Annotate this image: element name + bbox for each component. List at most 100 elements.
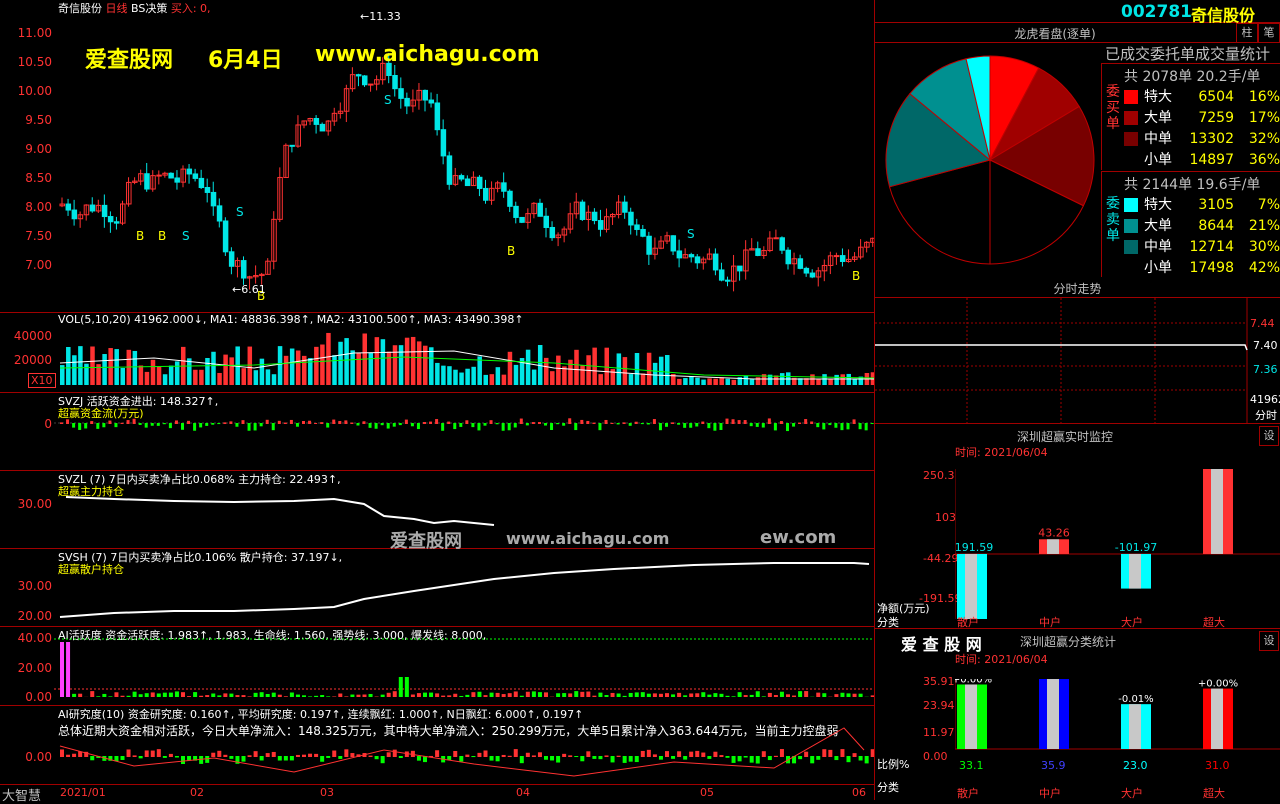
research-bar xyxy=(744,756,748,758)
category-label: 大户 xyxy=(1121,614,1143,630)
volume-bar xyxy=(611,369,616,385)
price-tick: 7.00 xyxy=(0,258,52,272)
flow-bar xyxy=(435,419,438,424)
activity-bar xyxy=(514,691,518,697)
sell-marker: S xyxy=(384,93,392,107)
volume-bar xyxy=(568,360,573,385)
volume-bar xyxy=(151,360,156,385)
activity-bar xyxy=(326,696,330,697)
flow-bar xyxy=(617,423,620,424)
activity-bar xyxy=(671,694,675,697)
flow-bar xyxy=(96,423,99,429)
activity-bar xyxy=(393,691,397,697)
classify-title: 深圳超赢分类统计 xyxy=(1020,633,1116,650)
classify-axis: 23.94 xyxy=(923,699,955,712)
candle xyxy=(713,254,718,270)
ratio-bar-highlight xyxy=(965,684,977,749)
price-pane[interactable]: 奇信股份 日线 BS决策 买入: 0, 11.0010.5010.009.509… xyxy=(0,0,874,313)
flow-bar xyxy=(175,420,178,424)
activity-bar xyxy=(163,693,167,697)
candle xyxy=(205,188,210,193)
activity-bar xyxy=(786,694,790,697)
candle xyxy=(598,221,603,230)
date-tick: 02 xyxy=(190,786,204,799)
flow-bar xyxy=(611,423,614,424)
order-percent: 7% xyxy=(1234,197,1280,213)
activity-bar xyxy=(701,692,705,697)
svzj-pane[interactable]: SVZJ 活跃资金进出: 148.327↑, 超赢资金流(万元) 0 xyxy=(0,393,874,471)
classify-settings-button[interactable]: 设 xyxy=(1259,631,1279,651)
classify-ylabel: 比例% xyxy=(877,756,909,772)
research-bar xyxy=(538,752,542,757)
date-axis[interactable]: 大智慧 2021/01 02 03 04 05 06 xyxy=(0,784,874,801)
activity-bar xyxy=(314,696,318,697)
candle xyxy=(834,256,839,257)
order-size-label: 大单 xyxy=(1144,110,1172,126)
research-bar xyxy=(828,750,832,757)
research-bar xyxy=(496,756,500,761)
svsh-pane[interactable]: SVSH (7) 7日内买卖净占比0.106% 散户持仓: 37.197↓, 超… xyxy=(0,549,874,627)
ratio-bar-highlight xyxy=(1129,704,1141,749)
research-bar xyxy=(774,756,778,757)
intraday-panel[interactable]: 分时走势 7.44 7.40 7.36 41962 分时 xyxy=(875,277,1280,424)
activity-bar xyxy=(659,694,663,697)
flow-bar xyxy=(496,423,499,424)
monitor-settings-button[interactable]: 设 xyxy=(1259,426,1279,446)
svzl-pane[interactable]: SVZL (7) 7日内买卖净占比0.068% 主力持仓: 22.493↑, 超… xyxy=(0,471,874,549)
volume-unit: X10 xyxy=(28,373,56,388)
activity-bar xyxy=(756,691,760,697)
order-count: 8644 xyxy=(1172,218,1234,234)
research-bar xyxy=(290,756,294,760)
research-bar xyxy=(490,756,494,761)
volume-bar xyxy=(121,368,126,385)
legend-swatch-icon xyxy=(1124,153,1138,167)
volume-pane[interactable]: VOL(5,10,20) 41962.000↓, MA1: 48836.398↑… xyxy=(0,313,874,393)
volume-bar xyxy=(242,368,247,385)
volume-bar xyxy=(834,375,839,385)
ai-research-pane[interactable]: AI研究度(10) 资金研究度: 0.160↑, 平均研究度: 0.197↑, … xyxy=(0,706,874,784)
flow-bar xyxy=(151,423,154,426)
volume-bar xyxy=(502,375,507,385)
research-bar xyxy=(163,756,167,758)
research-bar xyxy=(798,756,802,759)
volume-bar xyxy=(623,357,628,385)
retail-holding-line xyxy=(54,549,874,626)
longhu-panel: 龙虎看盘(逐单) 柱 笔 已成交委托单成交量统计 委买单 共 2078单 20.… xyxy=(875,23,1280,300)
watermark-tail: ew.com xyxy=(760,527,836,548)
flow-bar xyxy=(768,418,771,424)
bar-mode-button[interactable]: 柱 xyxy=(1236,23,1258,43)
flow-bar xyxy=(326,423,329,428)
flow-bar xyxy=(683,423,686,428)
flow-bar xyxy=(816,423,819,427)
flow-bar xyxy=(121,423,124,424)
research-bar xyxy=(580,756,584,761)
activity-bar xyxy=(121,696,125,697)
flow-bar xyxy=(211,423,214,425)
stock-code: 002781 xyxy=(1121,2,1192,22)
activity-bar xyxy=(713,693,717,697)
candle xyxy=(671,236,676,251)
research-bar xyxy=(260,756,264,760)
flow-bar xyxy=(477,423,480,430)
candle xyxy=(242,261,247,278)
flow-bar xyxy=(254,423,257,430)
category-label: 超大 xyxy=(1203,614,1225,630)
date-tick: 04 xyxy=(516,786,530,799)
tick-mode-button[interactable]: 笔 xyxy=(1258,23,1280,43)
volume-bar xyxy=(840,374,845,385)
volume-bar xyxy=(266,369,271,385)
ai-activity-pane[interactable]: AI活跃度 资金活跃度: 1.983↑, 1.983, 生命线: 1.560, … xyxy=(0,627,874,706)
volume-bar xyxy=(260,359,265,385)
flow-bar xyxy=(235,423,238,427)
research-bar xyxy=(254,751,258,757)
volume-bar xyxy=(695,378,700,385)
flow-bar xyxy=(356,423,359,426)
candle xyxy=(647,236,652,254)
activity-bar xyxy=(520,696,524,697)
flow-bar xyxy=(114,423,117,427)
candle xyxy=(520,217,525,222)
activity-bar xyxy=(205,695,209,697)
flow-bar xyxy=(84,423,87,428)
volume-bar xyxy=(659,357,664,385)
classify-xlabel: 分类 xyxy=(877,779,899,795)
